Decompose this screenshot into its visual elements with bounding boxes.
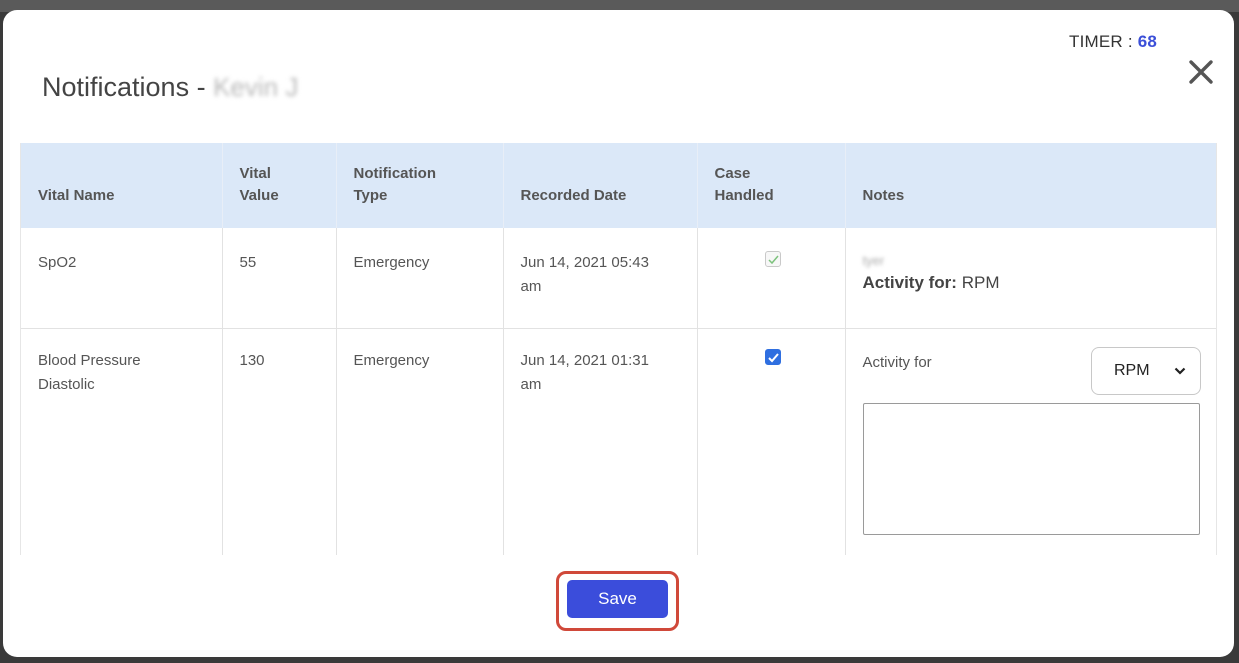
cell-notes: Activity for RPM (845, 328, 1216, 555)
close-icon[interactable] (1188, 59, 1214, 85)
close-button[interactable] (1186, 54, 1216, 90)
recorded-date-text: Jun 14, 2021 01:31 am (520, 351, 649, 393)
cell-recorded-date: Jun 14, 2021 01:31 am (503, 328, 698, 555)
table-header-row: Vital Name Vital Value Notification Type… (21, 143, 1216, 228)
activity-line: Activity for: RPM (863, 271, 1202, 295)
modal-title-text: Notifications - (42, 72, 206, 102)
cell-notification-type: Emergency (336, 328, 504, 555)
timer: TIMER : 68 (1069, 32, 1157, 52)
chevron-down-icon (1174, 367, 1186, 375)
timer-value: 68 (1137, 32, 1157, 51)
notes-textarea[interactable] (862, 402, 1200, 535)
note-text: tyer (862, 253, 885, 268)
timer-label: TIMER : (1069, 32, 1133, 51)
activity-select[interactable]: RPM (1091, 346, 1201, 395)
cell-vital-name: SpO2 (21, 228, 223, 329)
patient-name: Kevin J (213, 72, 299, 102)
activity-label: Activity for: (862, 273, 957, 292)
cell-vital-name: Blood Pressure Diastolic (21, 328, 223, 555)
cell-case-handled (697, 328, 846, 555)
recorded-date-text: Jun 14, 2021 05:43 am (520, 254, 649, 295)
modal-title: Notifications - Kevin J (42, 72, 298, 103)
notifications-table-container: Vital Name Vital Value Notification Type… (20, 143, 1217, 555)
header-vital-name: Vital Name (21, 143, 223, 228)
header-notification-type: Notification Type (336, 143, 504, 228)
header-vital-value: Vital Value (222, 143, 337, 228)
cell-vital-value: 130 (222, 328, 337, 555)
checkmark-icon (767, 352, 779, 362)
cell-notes: tyer Activity for: RPM (845, 228, 1216, 329)
checkmark-icon (767, 255, 779, 265)
header-notification-type-text: Notification Type (353, 165, 437, 204)
case-handled-checkbox-disabled (764, 251, 781, 267)
cell-recorded-date: Jun 14, 2021 05:43 am (503, 228, 698, 329)
activity-row: Activity for RPM (862, 346, 1201, 395)
header-recorded-date: Recorded Date (503, 143, 698, 228)
activity-for-label: Activity for (862, 353, 932, 371)
activity-value: RPM (961, 273, 1000, 292)
cell-notification-type: Emergency (336, 228, 504, 329)
table-row: Blood Pressure Diastolic 130 Emergency J… (21, 328, 1216, 555)
save-button[interactable]: Save (567, 580, 668, 618)
vital-name-text: Blood Pressure Diastolic (38, 351, 141, 393)
header-case-handled-text: Case Handled (714, 165, 774, 204)
notifications-table: Vital Name Vital Value Notification Type… (21, 143, 1216, 555)
case-handled-checkbox[interactable] (764, 348, 781, 365)
notifications-modal: TIMER : 68 Notifications - Kevin J Vital… (3, 10, 1234, 657)
header-case-handled: Case Handled (697, 143, 846, 228)
cell-vital-value: 55 (222, 228, 337, 329)
cell-case-handled (697, 228, 846, 329)
activity-select-value: RPM (1114, 361, 1150, 379)
table-row: SpO2 55 Emergency Jun 14, 2021 05:43 am … (21, 228, 1216, 329)
header-vital-value-text: Vital Value (239, 165, 279, 204)
header-notes: Notes (845, 143, 1216, 228)
